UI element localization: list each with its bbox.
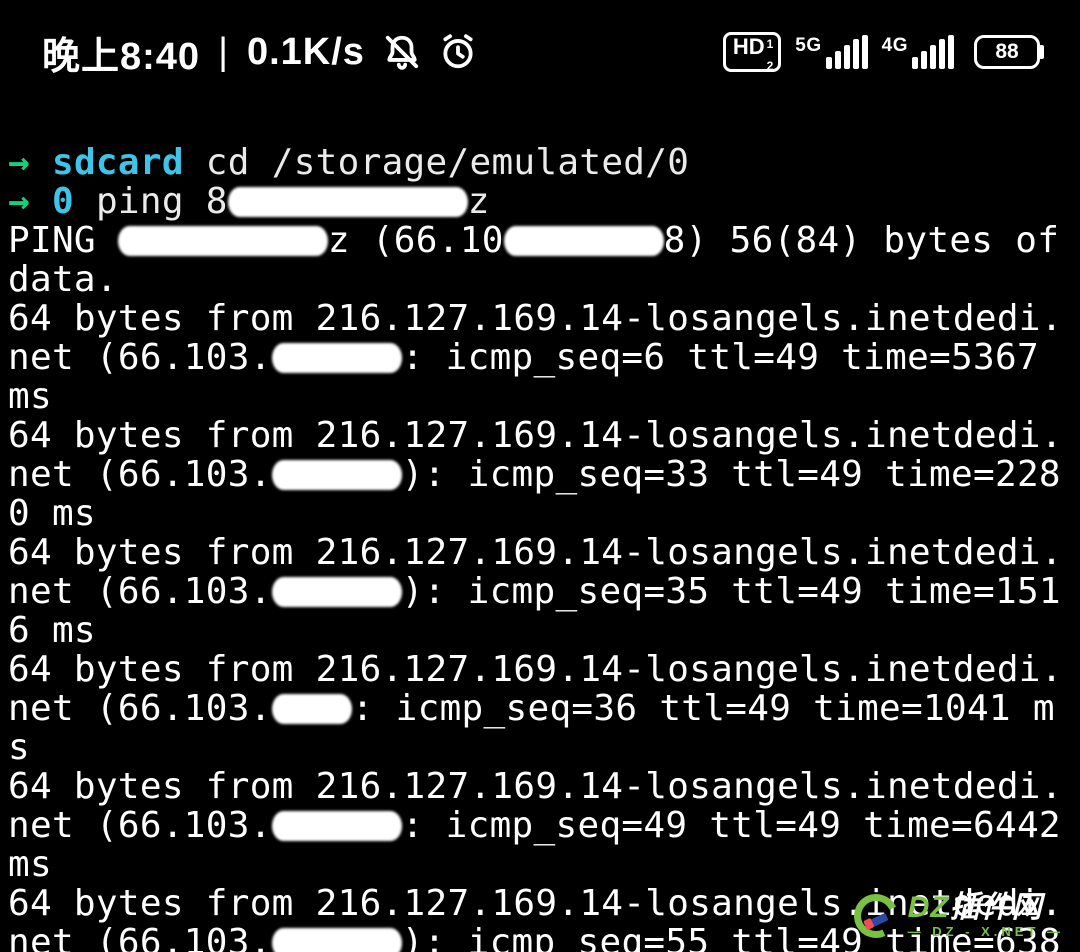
status-divider: | bbox=[218, 31, 229, 74]
battery-icon: 88 bbox=[974, 35, 1040, 69]
watermark-subtitle: — DZ - X.NET — bbox=[908, 925, 1064, 938]
signal-bars-icon bbox=[826, 35, 868, 69]
sim1-signal: 5G bbox=[795, 35, 867, 69]
status-bar: 晚上8:40 | 0.1K/s HD 1 2 bbox=[0, 0, 1080, 104]
ping-reply: 64 bytes from 216.127.169.14-losangels.i… bbox=[8, 298, 1063, 417]
prompt-dir: 0 bbox=[52, 181, 74, 222]
prompt-arrow-icon: → bbox=[8, 181, 30, 222]
status-bar-left: 晚上8:40 | 0.1K/s bbox=[42, 25, 477, 80]
redacted-block bbox=[272, 460, 402, 490]
redacted-block bbox=[272, 928, 402, 952]
redacted-block bbox=[272, 577, 402, 607]
prompt-arrow-icon: → bbox=[8, 142, 30, 183]
shell-command: ping 8 z bbox=[96, 181, 490, 222]
shell-command: cd /storage/emulated/0 bbox=[206, 142, 689, 183]
watermark-title-dz: DZ bbox=[908, 891, 950, 924]
watermark-text: DZ插件网 — DZ - X.NET — bbox=[908, 893, 1064, 938]
redacted-block bbox=[272, 694, 352, 724]
redacted-block bbox=[272, 343, 402, 373]
redacted-block bbox=[504, 226, 664, 256]
status-bar-right: HD 1 2 5G 4G 88 bbox=[723, 32, 1040, 72]
hd-badge-icon: HD 1 2 bbox=[723, 32, 781, 72]
network-speed: 0.1K/s bbox=[247, 31, 365, 74]
hd-sup: 1 bbox=[767, 38, 774, 50]
sim2-label: 4G bbox=[882, 35, 908, 57]
cmd-frag: ping 8 bbox=[96, 181, 228, 222]
mute-icon bbox=[383, 33, 421, 71]
redacted-block bbox=[118, 226, 328, 256]
watermark-logo-icon bbox=[847, 887, 903, 943]
redacted-block bbox=[272, 811, 402, 841]
ping-reply: 64 bytes from 216.127.169.14-losangels.i… bbox=[8, 649, 1063, 768]
cmd-frag: z bbox=[468, 181, 490, 222]
sim1-label: 5G bbox=[795, 35, 821, 57]
alarm-icon bbox=[439, 33, 477, 71]
terminal-output[interactable]: → sdcard cd /storage/emulated/0 → 0 ping… bbox=[0, 104, 1080, 952]
sim2-signal: 4G bbox=[882, 35, 954, 69]
signal-bars-icon bbox=[912, 35, 954, 69]
watermark: DZ插件网 — DZ - X.NET — bbox=[854, 893, 1064, 938]
ping-reply: 64 bytes from 216.127.169.14-losangels.i… bbox=[8, 532, 1063, 651]
clock-time: 晚上8:40 bbox=[42, 25, 200, 80]
ping-reply: 64 bytes from 216.127.169.14-losangels.i… bbox=[8, 415, 1063, 534]
prompt-dir: sdcard bbox=[52, 142, 184, 183]
ping-header: PING z (66.108) 56(84) bytes of data. bbox=[8, 220, 1080, 300]
redacted-block bbox=[228, 187, 468, 217]
ping-reply: 64 bytes from 216.127.169.14-losangels.i… bbox=[8, 766, 1080, 885]
watermark-title-rest: 插件网 bbox=[950, 891, 1043, 924]
battery-percent: 88 bbox=[995, 40, 1018, 64]
hd-sub: 2 bbox=[767, 60, 774, 72]
hd-label: HD bbox=[733, 36, 765, 58]
